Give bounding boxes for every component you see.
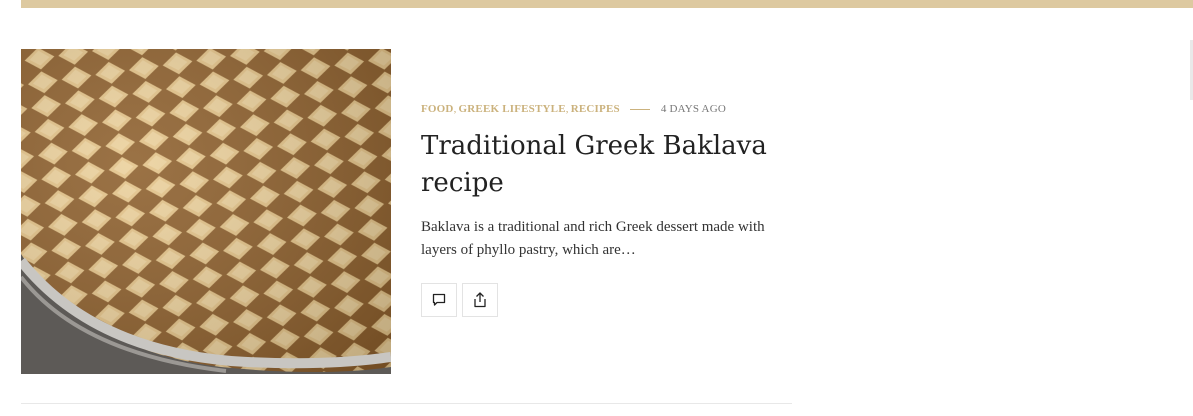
separator: , bbox=[453, 103, 457, 115]
post-date: 4 DAYS AGO bbox=[660, 103, 726, 115]
category-link-recipes[interactable]: RECIPES bbox=[571, 103, 620, 115]
share-button[interactable] bbox=[462, 283, 498, 317]
share-icon bbox=[474, 292, 486, 308]
separator: , bbox=[565, 103, 569, 115]
comment-icon bbox=[432, 293, 446, 306]
post-card: FOOD, GREEK LIFESTYLE, RECIPES 4 DAYS AG… bbox=[21, 49, 792, 374]
post-excerpt: Baklava is a traditional and rich Greek … bbox=[421, 219, 765, 258]
baklava-image bbox=[21, 49, 391, 374]
post-meta: FOOD, GREEK LIFESTYLE, RECIPES 4 DAYS AG… bbox=[421, 102, 792, 116]
category-link-food[interactable]: FOOD bbox=[421, 103, 454, 115]
category-link-greek-lifestyle[interactable]: GREEK LIFESTYLE bbox=[459, 103, 566, 115]
post-thumbnail[interactable] bbox=[21, 49, 391, 374]
post-divider bbox=[21, 403, 792, 404]
meta-divider bbox=[629, 108, 650, 110]
post-actions bbox=[421, 283, 498, 317]
comment-button[interactable] bbox=[421, 283, 457, 317]
top-accent-bar bbox=[21, 0, 1193, 8]
post-title[interactable]: Traditional Greek Baklava recipe bbox=[421, 128, 792, 202]
